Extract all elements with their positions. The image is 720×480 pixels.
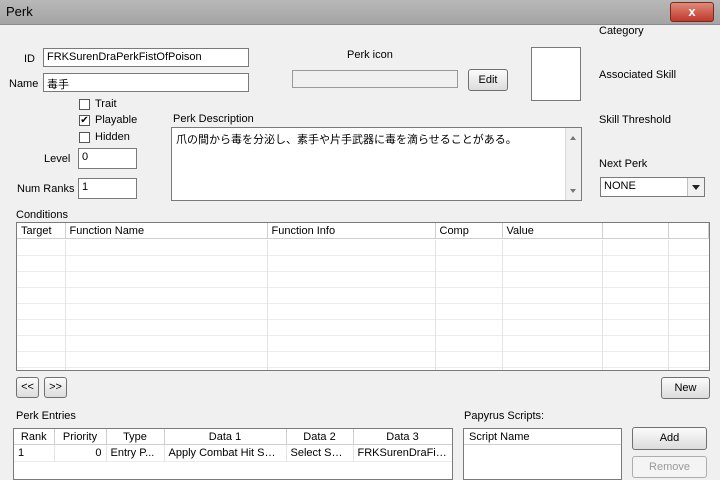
- add-script-button[interactable]: Add: [632, 427, 707, 450]
- id-label: ID: [24, 53, 35, 65]
- grid-divider: [502, 240, 503, 370]
- col-function-info[interactable]: Function Info: [267, 223, 436, 239]
- category-label: Category: [599, 25, 644, 37]
- conditions-list[interactable]: Target Function Name Function Info Comp …: [16, 222, 710, 371]
- window-title: Perk: [6, 4, 33, 19]
- entry-type: Entry P...: [106, 444, 165, 462]
- id-input[interactable]: FRKSurenDraPerkFistOfPoison: [43, 48, 249, 67]
- num-ranks-input[interactable]: 1: [78, 178, 137, 199]
- skill-threshold-label: Skill Threshold: [599, 114, 671, 126]
- title-bar: [0, 0, 720, 25]
- name-label: Name: [9, 78, 39, 90]
- table-row[interactable]: 1 0 Entry P... Apply Combat Hit Spell Se…: [14, 444, 452, 462]
- entries-header: Rank Priority Type Data 1 Data 2 Data 3: [14, 429, 452, 445]
- new-condition-button[interactable]: New: [661, 377, 710, 399]
- col-value[interactable]: Value: [502, 223, 603, 239]
- entry-data-2: Select Spell: [286, 444, 354, 462]
- entry-rank: 1: [14, 444, 55, 462]
- next-condition-button[interactable]: >>: [44, 377, 67, 398]
- col-target[interactable]: Target: [17, 223, 66, 239]
- grid-divider: [435, 240, 436, 370]
- grid-divider: [267, 240, 268, 370]
- entry-data-3: FRKSurenDraFist...: [353, 444, 452, 462]
- prev-condition-button[interactable]: <<: [16, 377, 39, 398]
- col-script-name[interactable]: Script Name: [464, 429, 621, 445]
- next-perk-value: NONE: [604, 180, 636, 192]
- remove-script-button[interactable]: Remove: [632, 456, 707, 478]
- scroll-up-icon[interactable]: [570, 136, 576, 140]
- playable-check-mark: ✔: [80, 115, 89, 126]
- perk-icon-label: Perk icon: [347, 49, 393, 61]
- trait-label: Trait: [95, 98, 117, 110]
- conditions-label: Conditions: [16, 209, 68, 221]
- perk-icon-preview: [531, 47, 581, 101]
- playable-checkbox[interactable]: ✔: [79, 115, 90, 126]
- num-ranks-label: Num Ranks: [17, 183, 75, 195]
- perk-description-label: Perk Description: [173, 113, 254, 125]
- col-data-2[interactable]: Data 2: [286, 429, 354, 445]
- col-comp[interactable]: Comp: [435, 223, 503, 239]
- entry-data-1: Apply Combat Hit Spell: [164, 444, 287, 462]
- associated-skill-label: Associated Skill: [599, 69, 677, 81]
- name-input[interactable]: 毒手: [43, 73, 249, 92]
- conditions-header: Target Function Name Function Info Comp …: [17, 223, 709, 239]
- grid-divider: [668, 240, 669, 370]
- col-priority[interactable]: Priority: [54, 429, 107, 445]
- next-perk-label: Next Perk: [599, 158, 648, 170]
- hidden-checkbox[interactable]: [79, 132, 90, 143]
- col-filler: [668, 223, 709, 239]
- next-perk-select[interactable]: NONE: [600, 177, 705, 197]
- scroll-down-icon[interactable]: [570, 189, 576, 193]
- papyrus-scripts-label: Papyrus Scripts:: [464, 410, 545, 422]
- papyrus-scripts-list[interactable]: Script Name: [463, 428, 622, 480]
- description-scrollbar[interactable]: [565, 128, 581, 200]
- perk-entries-label: Perk Entries: [16, 410, 76, 422]
- col-data-3[interactable]: Data 3: [353, 429, 452, 445]
- conditions-empty-rows: [17, 240, 709, 370]
- grid-divider: [602, 240, 603, 370]
- chevron-down-icon: [692, 185, 700, 190]
- entry-priority: 0: [54, 444, 107, 462]
- dropdown-button[interactable]: [687, 178, 704, 196]
- perk-description-textarea[interactable]: 爪の間から毒を分泌し、素手や片手武器に毒を滴らせることがある。: [171, 127, 582, 201]
- level-label: Level: [44, 153, 71, 165]
- grid-divider: [65, 240, 66, 370]
- col-function-name[interactable]: Function Name: [65, 223, 268, 239]
- playable-label: Playable: [95, 114, 138, 126]
- edit-icon-button[interactable]: Edit: [468, 69, 508, 91]
- trait-checkbox[interactable]: [79, 99, 90, 110]
- col-type[interactable]: Type: [106, 429, 165, 445]
- col-extra[interactable]: [602, 223, 669, 239]
- perk-icon-path: [292, 70, 458, 88]
- hidden-label: Hidden: [95, 131, 130, 143]
- close-button[interactable]: x: [670, 2, 714, 22]
- perk-description-text: 爪の間から毒を分泌し、素手や片手武器に毒を滴らせることがある。: [176, 134, 517, 146]
- level-input[interactable]: 0: [78, 148, 137, 169]
- col-data-1[interactable]: Data 1: [164, 429, 287, 445]
- perk-entries-list[interactable]: Rank Priority Type Data 1 Data 2 Data 3 …: [13, 428, 453, 480]
- col-rank[interactable]: Rank: [14, 429, 55, 445]
